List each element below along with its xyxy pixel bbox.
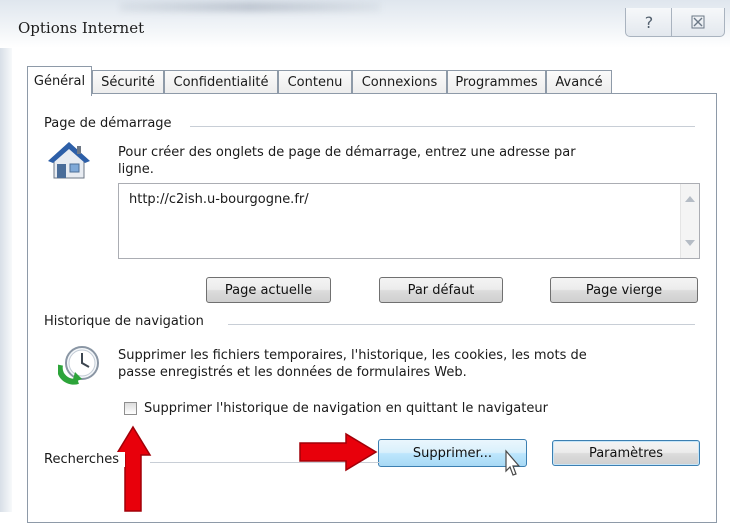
url-scrollbar[interactable]	[680, 184, 699, 258]
blurred-region	[120, 2, 380, 12]
close-button[interactable]	[671, 8, 725, 37]
help-icon: ?	[644, 12, 654, 32]
button-label: Par défaut	[407, 282, 475, 298]
red-arrow-up-icon	[114, 425, 152, 512]
history-group-title: Historique de navigation	[44, 314, 210, 329]
tab-label: Connexions	[361, 75, 438, 90]
history-clock-icon	[58, 346, 99, 385]
red-arrow-right-icon	[299, 432, 378, 472]
default-page-button[interactable]: Par défaut	[379, 277, 503, 303]
delete-on-exit-label[interactable]: Supprimer l'historique de navigation en …	[144, 400, 548, 417]
scroll-down-icon[interactable]	[685, 240, 695, 246]
title-bar: Options Internet ?	[0, 0, 730, 48]
button-label: Page vierge	[585, 282, 663, 298]
window-frame	[0, 48, 12, 512]
home-page-description: Pour créer des onglets de page de démarr…	[118, 144, 576, 178]
description-line: ligne.	[118, 162, 154, 177]
home-page-url: http://c2ish.u-bourgogne.fr/	[129, 192, 309, 207]
group-divider	[228, 324, 695, 325]
history-settings-button[interactable]: Paramètres	[552, 440, 700, 466]
tab-label: Avancé	[555, 75, 603, 90]
home-page-url-textarea[interactable]: http://c2ish.u-bourgogne.fr/	[118, 183, 700, 259]
description-line: passe enregistrés et les données de form…	[118, 365, 467, 380]
current-page-button[interactable]: Page actuelle	[206, 277, 331, 303]
blank-page-button[interactable]: Page vierge	[550, 277, 698, 303]
delete-on-exit-checkbox[interactable]	[124, 402, 137, 415]
search-group-title: Recherches	[44, 452, 126, 467]
tab-label: Général	[33, 74, 86, 89]
tab-content[interactable]: Contenu	[278, 70, 352, 94]
scroll-up-icon[interactable]	[685, 196, 695, 202]
history-description: Supprimer les fichiers temporaires, l'hi…	[118, 347, 587, 381]
home-icon	[48, 142, 90, 179]
tab-privacy[interactable]: Confidentialité	[164, 70, 278, 94]
description-line: Pour créer des onglets de page de démarr…	[118, 145, 576, 160]
button-label: Page actuelle	[224, 282, 313, 298]
close-icon	[691, 15, 705, 29]
help-button[interactable]: ?	[625, 8, 673, 37]
tab-connections[interactable]: Connexions	[352, 70, 447, 94]
description-line: Supprimer les fichiers temporaires, l'hi…	[118, 348, 587, 363]
tab-label: Confidentialité	[173, 75, 269, 90]
tab-label: Contenu	[287, 75, 343, 90]
tab-advanced[interactable]: Avancé	[546, 70, 612, 94]
group-divider	[190, 126, 695, 127]
tab-label: Programmes	[455, 75, 538, 90]
tab-label: Sécurité	[101, 75, 155, 90]
button-label: Paramètres	[588, 445, 664, 461]
tab-general[interactable]: Général	[27, 66, 92, 96]
mouse-cursor-icon	[505, 449, 521, 476]
tab-programs[interactable]: Programmes	[447, 70, 546, 94]
window-title: Options Internet	[18, 19, 145, 37]
home-page-group-title: Page de démarrage	[44, 116, 178, 131]
button-label: Supprimer...	[412, 445, 493, 461]
tab-security[interactable]: Sécurité	[92, 70, 164, 94]
